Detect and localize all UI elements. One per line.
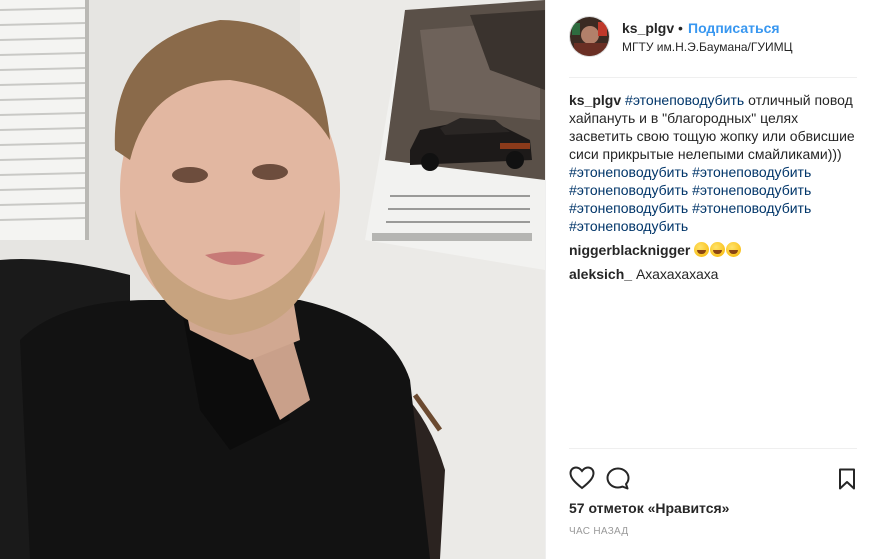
caption: ks_plgv #этонеповодубить отличный повод … xyxy=(569,91,859,235)
photo-illustration xyxy=(0,0,545,559)
save-button[interactable] xyxy=(838,468,856,493)
laughing-emoji-icon xyxy=(726,242,742,257)
laughing-emoji-icon xyxy=(710,242,726,257)
likes-count[interactable]: 57 отметок «Нравится» xyxy=(569,500,729,516)
comment-text: Ахахахахаха xyxy=(635,266,719,282)
comment-icon xyxy=(606,467,630,490)
header-divider xyxy=(569,77,857,78)
avatar[interactable] xyxy=(569,16,610,57)
caption-hashtag[interactable]: #этонеповодубить xyxy=(692,182,811,198)
comment-item: aleksich_ Ахахахахаха xyxy=(569,265,859,283)
caption-hashtag[interactable]: #этонеповодубить xyxy=(569,182,688,198)
post-header: ks_plgv • Подписаться МГТУ им.Н.Э.Бауман… xyxy=(546,0,876,78)
avatar-image xyxy=(570,17,609,56)
comment-button[interactable] xyxy=(605,466,631,495)
caption-author[interactable]: ks_plgv xyxy=(569,92,621,108)
follow-button[interactable]: Подписаться xyxy=(688,20,780,36)
post-timestamp[interactable]: час назад xyxy=(569,526,628,537)
actions-divider xyxy=(569,448,857,449)
laughing-emoji-group xyxy=(694,242,742,258)
comment-author[interactable]: aleksich_ xyxy=(569,266,632,282)
heart-icon xyxy=(569,466,595,490)
comments-list: ks_plgv #этонеповодубить отличный повод … xyxy=(569,91,859,289)
post-side-panel: ks_plgv • Подписаться МГТУ им.Н.Э.Бауман… xyxy=(545,0,876,559)
caption-hashtag[interactable]: #этонеповодубить xyxy=(692,200,811,216)
comment-author[interactable]: niggerblacknigger xyxy=(569,242,690,258)
caption-hashtag[interactable]: #этонеповодубить xyxy=(569,164,688,180)
header-location[interactable]: МГТУ им.Н.Э.Баумана/ГУИМЦ xyxy=(622,40,792,54)
post-photo[interactable] xyxy=(0,0,545,559)
header-username[interactable]: ks_plgv xyxy=(622,20,674,36)
caption-hashtag[interactable]: #этонеповодубить xyxy=(569,218,688,234)
caption-hashtag[interactable]: #этонеповодубить xyxy=(625,92,744,108)
header-separator: • xyxy=(678,20,683,36)
caption-hashtag[interactable]: #этонеповодубить xyxy=(692,164,811,180)
caption-hashtag[interactable]: #этонеповодубить xyxy=(569,200,688,216)
comment-item: niggerblacknigger xyxy=(569,241,859,259)
like-button[interactable] xyxy=(569,466,595,493)
laughing-emoji-icon xyxy=(694,242,710,257)
instagram-post: ks_plgv • Подписаться МГТУ им.Н.Э.Бауман… xyxy=(0,0,876,559)
bookmark-icon xyxy=(839,468,855,490)
